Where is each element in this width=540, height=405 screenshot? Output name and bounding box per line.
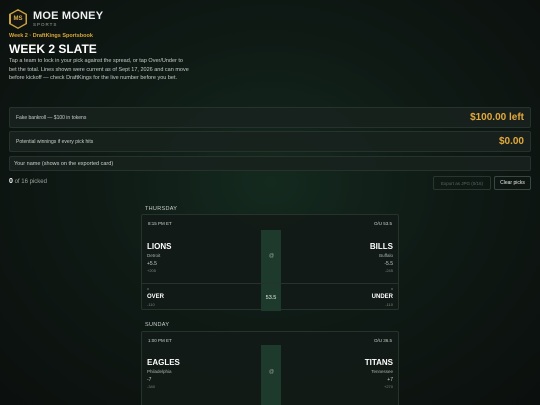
game-card-lions-bills: 8:15 PM ET O/U 53.5 @ LIONS Detroit +5.5… [141, 214, 399, 311]
team-city: Buffalo [379, 253, 393, 258]
over-odds: -110 [147, 302, 155, 307]
brand-sub: SPORTS [33, 21, 58, 27]
export-jpg-button[interactable]: Export as JPG (0/16) [433, 176, 491, 190]
pick-away-team[interactable]: EAGLES Philadelphia -7 -340 [147, 359, 180, 389]
page-title: WEEK 2 SLATE [9, 42, 97, 56]
intro-text: Tap a team to lock in your pick against … [9, 58, 189, 81]
at-symbol: @ [269, 369, 275, 375]
bankroll-value: $100.00 left [470, 112, 524, 123]
bankroll-label: Fake bankroll — $100 in tokens [16, 114, 87, 121]
team-name: EAGLES [147, 358, 180, 367]
under-label: UNDER [371, 294, 393, 300]
over-label: OVER [147, 294, 165, 300]
under-odds: -110 [385, 302, 393, 307]
center-column [261, 345, 281, 405]
game-card-eagles-titans: 1:00 PM ET O/U 36.5 @ EAGLES Philadelphi… [141, 331, 399, 405]
team-city: Philadelphia [147, 369, 172, 374]
bankroll-card: Fake bankroll — $100 in tokens $100.00 l… [9, 107, 531, 128]
team-spread: -5.5 [384, 260, 393, 267]
team-odds: -245 [384, 267, 393, 273]
winnings-card: Potential winnings if every pick hits $0… [9, 131, 531, 152]
at-symbol: @ [269, 253, 275, 259]
team-spread: -7 [147, 376, 152, 383]
winnings-label: Potential winnings if every pick hits [16, 138, 94, 145]
picked-text: of 16 picked [14, 179, 47, 185]
day-label-sunday: SUNDAY [145, 322, 170, 328]
brand-logo-text: MS [10, 10, 26, 28]
picked-count: 0 [9, 178, 13, 185]
team-odds: -340 [147, 383, 156, 389]
total-number: 53.5 [265, 295, 277, 301]
brand-logo-icon: MS [9, 9, 27, 29]
game-ou: O/U 53.5 [373, 221, 392, 226]
team-spread: +7 [387, 376, 393, 383]
clear-picks-button[interactable]: Clear picks [494, 176, 531, 190]
game-time: 8:15 PM ET [148, 221, 172, 226]
team-name: TITANS [364, 358, 393, 367]
corner-dot [391, 288, 393, 290]
pick-away-team[interactable]: LIONS Detroit +5.5 +205 [147, 243, 171, 273]
picked-counter: 0 of 16 picked [9, 178, 47, 185]
row-divider [142, 283, 398, 284]
name-input[interactable] [9, 156, 531, 171]
brand-header: MS MOE MONEY SPORTS [9, 9, 103, 29]
pick-under[interactable]: UNDER -110 [372, 294, 393, 307]
eyebrow: Week 2 · DraftKings Sportsbook [9, 33, 93, 39]
team-name: LIONS [147, 242, 172, 251]
team-spread: +5.5 [147, 260, 157, 267]
team-name: BILLS [369, 242, 393, 251]
team-odds: +270 [383, 383, 393, 389]
pick-over[interactable]: OVER -110 [147, 294, 164, 307]
pick-home-team[interactable]: BILLS Buffalo -5.5 -245 [370, 243, 393, 273]
winnings-value: $0.00 [498, 136, 524, 147]
team-city: Detroit [147, 253, 161, 258]
team-odds: +205 [147, 267, 157, 273]
game-ou: O/U 36.5 [373, 338, 392, 343]
day-label-thursday: THURSDAY [145, 206, 178, 212]
pick-home-team[interactable]: TITANS Tennessee +7 +270 [365, 359, 393, 389]
corner-dot [147, 288, 149, 290]
team-city: Tennessee [371, 369, 393, 374]
brand-wordmark: MOE MONEY SPORTS [33, 9, 104, 28]
game-time: 1:00 PM ET [148, 338, 172, 343]
brand-name: MOE MONEY [33, 9, 104, 22]
